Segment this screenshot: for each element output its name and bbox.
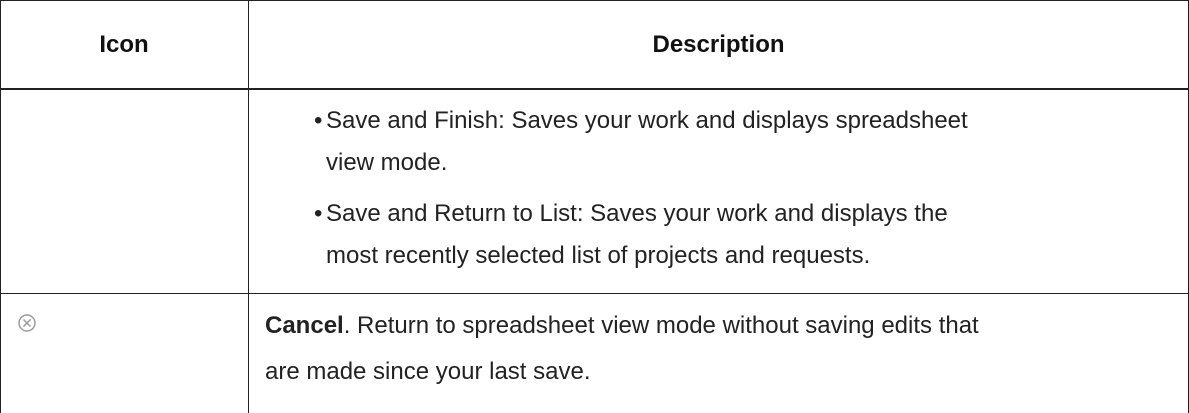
cancel-description-text: . Return to spreadsheet view mode withou… — [343, 312, 979, 339]
column-header-description: Description — [652, 31, 785, 58]
column-divider — [248, 0, 249, 413]
bullet-icon: • — [314, 107, 323, 134]
list-item: • Save and Return to List: Saves your wor… — [314, 193, 948, 235]
cancel-title: Cancel — [265, 312, 344, 339]
table-left-border — [0, 0, 1, 413]
list-item-continuation: most recently selected list of projects … — [326, 242, 871, 269]
cancel-description: Cancel. Return to spreadsheet view mode … — [265, 305, 979, 347]
bullet-icon: • — [314, 200, 323, 227]
icon-description-table: Icon Description • Save and Finish: Saves… — [0, 0, 1189, 413]
column-header-icon: Icon — [99, 31, 149, 58]
row-divider — [0, 293, 1189, 294]
cancel-description-continuation: are made since your last save. — [265, 358, 591, 385]
list-item-text: Save and Finish: Saves your work and dis… — [326, 107, 968, 134]
cancel-circle-x-icon — [17, 313, 37, 333]
header-bottom-border — [0, 88, 1189, 90]
list-item-text: Save and Return to List: Saves your work… — [326, 200, 948, 227]
list-item: • Save and Finish: Saves your work and di… — [314, 100, 968, 142]
list-item-continuation: view mode. — [326, 149, 448, 176]
table-top-border — [0, 0, 1189, 1]
